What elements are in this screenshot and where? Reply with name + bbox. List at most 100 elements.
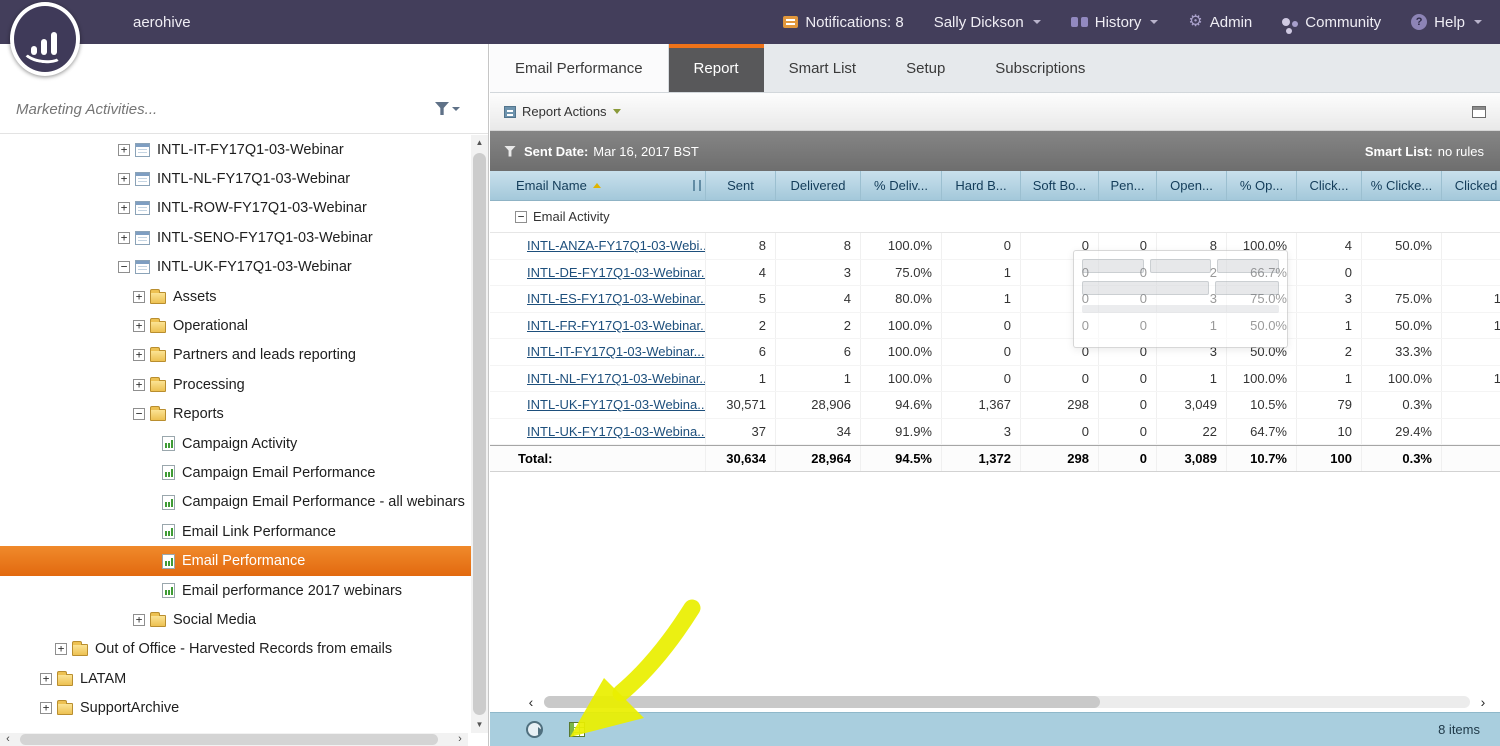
metric-cell: 2 bbox=[1297, 339, 1362, 365]
expand-icon[interactable]: + bbox=[133, 290, 145, 303]
expand-icon[interactable]: + bbox=[133, 320, 145, 333]
column-header-clicke[interactable]: % Clicke... bbox=[1362, 171, 1442, 200]
collapse-icon[interactable]: − bbox=[118, 261, 130, 274]
scrollbar-track[interactable] bbox=[16, 733, 452, 746]
scrollbar-track[interactable] bbox=[544, 696, 1470, 708]
column-header-op[interactable]: % Op... bbox=[1227, 171, 1297, 200]
tree-item-latam[interactable]: + LATAM bbox=[0, 664, 471, 693]
email-name-link[interactable]: INTL-UK-FY17Q1-03-Webina... bbox=[527, 424, 705, 439]
tree-item-email-performance-2017-webinars[interactable]: Email performance 2017 webinars bbox=[0, 576, 471, 605]
tree-item-email-performance[interactable]: Email Performance bbox=[0, 546, 471, 576]
tree-item-social-media[interactable]: + Social Media bbox=[0, 605, 471, 634]
email-name-link[interactable]: INTL-ANZA-FY17Q1-03-Webi... bbox=[527, 238, 705, 253]
tree-item-out-of-office-harvested-records-from-emails[interactable]: + Out of Office - Harvested Records from … bbox=[0, 635, 471, 664]
email-name-link[interactable]: INTL-NL-FY17Q1-03-Webinar... bbox=[527, 371, 705, 386]
refresh-icon[interactable] bbox=[526, 721, 543, 738]
help-menu[interactable]: ? Help bbox=[1411, 14, 1482, 31]
report-actions-button[interactable]: Report Actions bbox=[504, 104, 621, 119]
column-header-pen[interactable]: Pen... bbox=[1099, 171, 1157, 200]
expand-icon[interactable]: + bbox=[40, 672, 52, 685]
table-horizontal-scrollbar[interactable]: ‹ › bbox=[490, 692, 1500, 712]
tab-subscriptions[interactable]: Subscriptions bbox=[970, 44, 1110, 92]
table-row: INTL-NL-FY17Q1-03-Webinar... 1 1 100.0% 0 0 0 1… bbox=[490, 365, 1500, 392]
tree-item-intl-uk-fy17q1-03-webinar[interactable]: − INTL-UK-FY17Q1-03-Webinar bbox=[0, 253, 471, 282]
expand-icon[interactable]: + bbox=[118, 173, 130, 186]
folder-icon bbox=[150, 376, 166, 392]
tree-item-label: Campaign Email Performance bbox=[182, 464, 376, 481]
collapse-icon[interactable]: − bbox=[133, 408, 145, 421]
history-menu[interactable]: History bbox=[1070, 14, 1159, 31]
column-header-sent[interactable]: Sent bbox=[706, 171, 776, 200]
column-header-delivered[interactable]: Delivered bbox=[776, 171, 861, 200]
metric-cell: 1 bbox=[776, 365, 861, 391]
column-header-email-name[interactable]: Email Name bbox=[490, 171, 706, 200]
column-header-open[interactable]: Open... bbox=[1157, 171, 1227, 200]
scroll-down-arrow[interactable]: ▼ bbox=[471, 717, 488, 733]
column-header-click[interactable]: Click... bbox=[1297, 171, 1362, 200]
tree-item-intl-seno-fy17q1-03-webinar[interactable]: + INTL-SENO-FY17Q1-03-Webinar bbox=[0, 223, 471, 252]
admin-button[interactable]: ⚙ Admin bbox=[1188, 14, 1252, 31]
column-header-deliv[interactable]: % Deliv... bbox=[861, 171, 942, 200]
expand-icon[interactable]: + bbox=[55, 643, 67, 656]
tree-item-assets[interactable]: + Assets bbox=[0, 282, 471, 311]
export-excel-icon[interactable] bbox=[569, 722, 585, 737]
tree-item-label: Email Link Performance bbox=[182, 523, 336, 540]
aerohive-logo[interactable] bbox=[10, 2, 80, 76]
tree-item-supportarchive[interactable]: + SupportArchive bbox=[0, 693, 471, 722]
collapse-group-icon[interactable]: − bbox=[515, 210, 527, 223]
scroll-left-arrow[interactable]: ‹ bbox=[0, 733, 16, 746]
tree-item-email-link-performance[interactable]: Email Link Performance bbox=[0, 517, 471, 546]
column-menu-icon[interactable] bbox=[693, 180, 701, 191]
email-name-link[interactable]: INTL-UK-FY17Q1-03-Webina... bbox=[527, 397, 705, 412]
tree-item-partners-and-leads-reporting[interactable]: + Partners and leads reporting bbox=[0, 341, 471, 370]
scroll-left-arrow[interactable]: ‹ bbox=[524, 695, 538, 709]
expand-icon[interactable]: + bbox=[118, 143, 130, 156]
tab-email-performance[interactable]: Email Performance bbox=[490, 44, 669, 92]
group-row-email-activity[interactable]: − Email Activity bbox=[490, 201, 1500, 233]
community-button[interactable]: Community bbox=[1282, 14, 1381, 31]
tree-item-campaign-activity[interactable]: Campaign Activity bbox=[0, 429, 471, 458]
expand-icon[interactable]: + bbox=[40, 702, 52, 715]
scroll-right-arrow[interactable]: › bbox=[452, 733, 468, 746]
tree-item-campaign-email-performance[interactable]: Campaign Email Performance bbox=[0, 458, 471, 487]
tab-setup[interactable]: Setup bbox=[881, 44, 970, 92]
column-header-hard-b[interactable]: Hard B... bbox=[942, 171, 1021, 200]
scrollbar-thumb[interactable] bbox=[544, 696, 1100, 708]
expand-icon[interactable]: + bbox=[133, 613, 145, 626]
expand-icon[interactable]: + bbox=[118, 202, 130, 215]
expand-icon[interactable]: + bbox=[133, 378, 145, 391]
column-header-soft-bo[interactable]: Soft Bo... bbox=[1021, 171, 1099, 200]
tab-report[interactable]: Report bbox=[668, 44, 764, 92]
user-menu[interactable]: Sally Dickson bbox=[934, 14, 1041, 31]
email-name-link[interactable]: INTL-IT-FY17Q1-03-Webinar... bbox=[527, 344, 705, 359]
tree-item-intl-it-fy17q1-03-webinar[interactable]: + INTL-IT-FY17Q1-03-Webinar bbox=[0, 135, 471, 164]
tab-smart-list[interactable]: Smart List bbox=[764, 44, 882, 92]
scrollbar-thumb[interactable] bbox=[473, 153, 486, 715]
notifications-button[interactable]: Notifications: 8 bbox=[783, 14, 904, 31]
email-name-link[interactable]: INTL-FR-FY17Q1-03-Webinar... bbox=[527, 318, 705, 333]
search-filter-button[interactable] bbox=[435, 102, 460, 115]
expand-icon[interactable]: + bbox=[118, 231, 130, 244]
column-header-label: Sent bbox=[727, 178, 754, 193]
tree-item-intl-row-fy17q1-03-webinar[interactable]: + INTL-ROW-FY17Q1-03-Webinar bbox=[0, 194, 471, 223]
tree-item-processing[interactable]: + Processing bbox=[0, 370, 471, 399]
scroll-up-arrow[interactable]: ▲ bbox=[471, 135, 488, 151]
sidebar-horizontal-scrollbar[interactable]: ‹ › bbox=[0, 733, 468, 746]
scrollbar-thumb[interactable] bbox=[20, 734, 438, 745]
sent-date-filter[interactable]: Sent Date: Mar 16, 2017 BST bbox=[524, 144, 699, 159]
tree-item-label: Social Media bbox=[173, 611, 257, 628]
email-name-link[interactable]: INTL-DE-FY17Q1-03-Webinar... bbox=[527, 265, 705, 280]
tree-item-intl-nl-fy17q1-03-webinar[interactable]: + INTL-NL-FY17Q1-03-Webinar bbox=[0, 164, 471, 193]
expand-icon[interactable]: + bbox=[133, 349, 145, 362]
total-cell: 94.5% bbox=[861, 446, 942, 471]
tree-item-operational[interactable]: + Operational bbox=[0, 311, 471, 340]
collapse-panel-icon[interactable] bbox=[1472, 105, 1486, 118]
scroll-right-arrow[interactable]: › bbox=[1476, 695, 1490, 709]
smart-list-summary[interactable]: Smart List: no rules bbox=[1365, 144, 1486, 159]
email-name-link[interactable]: INTL-ES-FY17Q1-03-Webinar... bbox=[527, 291, 705, 306]
tree-item-campaign-email-performance-all-webinars[interactable]: Campaign Email Performance - all webinar… bbox=[0, 488, 471, 517]
column-header-clicked[interactable]: Clicked bbox=[1442, 171, 1500, 200]
sidebar-vertical-scrollbar[interactable]: ▲ ▼ bbox=[471, 135, 488, 733]
tree-item-reports[interactable]: − Reports bbox=[0, 400, 471, 429]
search-input[interactable] bbox=[14, 100, 414, 119]
